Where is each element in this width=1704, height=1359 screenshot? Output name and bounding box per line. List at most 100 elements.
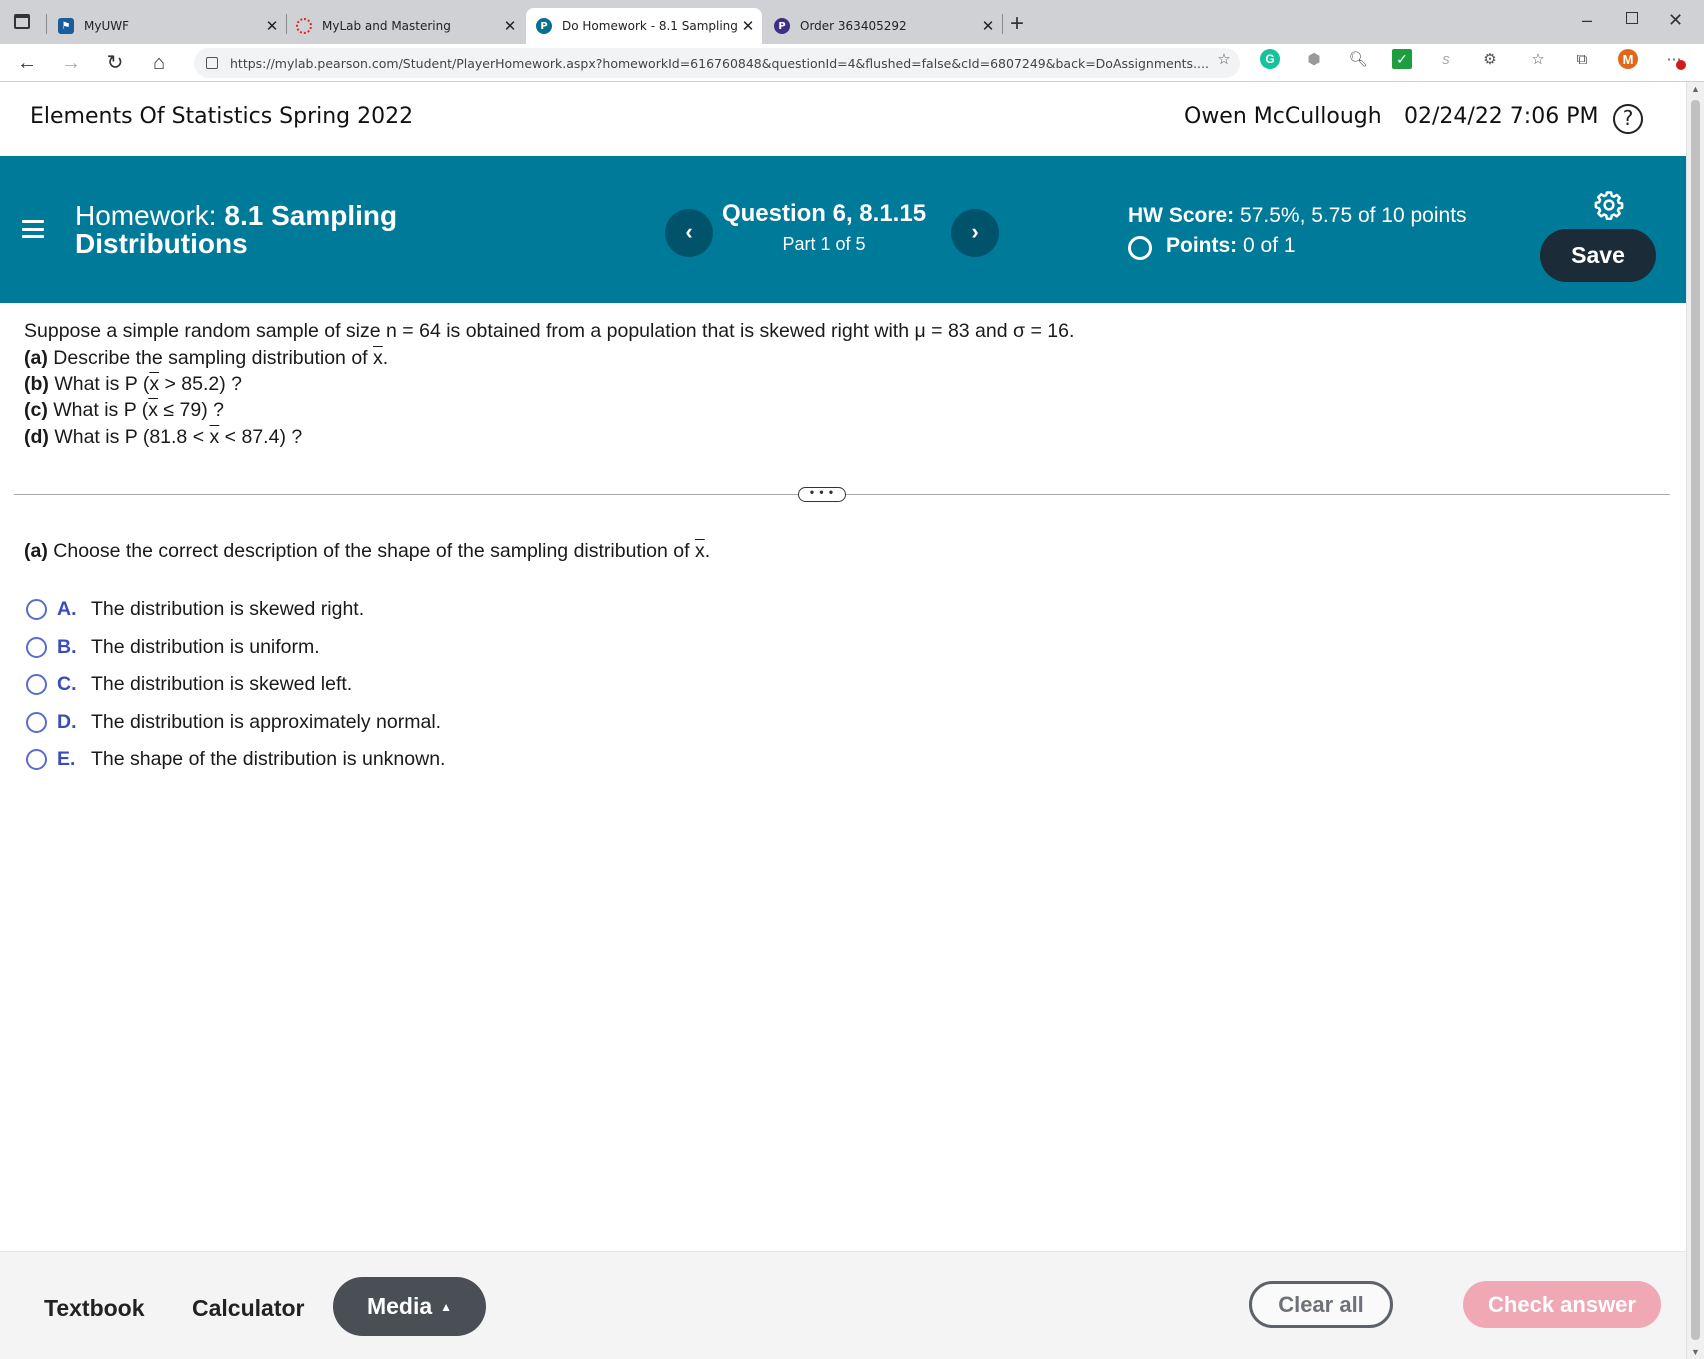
search-extension-icon[interactable]: 🔍︎ xyxy=(1348,49,1368,69)
part-expression: (81.8 < xyxy=(142,426,210,448)
radio-button[interactable] xyxy=(26,598,47,620)
grammarly-icon[interactable]: G xyxy=(1260,49,1280,69)
caret-up-icon: ▲ xyxy=(440,1299,453,1314)
option-a[interactable]: A. The distribution is skewed right. xyxy=(26,597,364,621)
points: Points: 0 of 1 xyxy=(1166,234,1296,258)
page-scrollbar[interactable]: ▲ ▼ xyxy=(1686,82,1704,1359)
question-intro: Suppose a simple random sample of size n… xyxy=(24,320,1074,343)
tab-title: Order 363405292 xyxy=(800,19,907,33)
reload-icon[interactable]: ↻ xyxy=(102,50,128,76)
mylab-favicon-icon xyxy=(296,18,312,34)
radio-button[interactable] xyxy=(26,636,47,658)
scroll-up-icon[interactable]: ▲ xyxy=(1691,84,1700,94)
option-text: The distribution is skewed right. xyxy=(91,597,365,620)
tab-separator xyxy=(46,14,47,34)
part-expression: > 85.2 xyxy=(159,373,220,395)
s-extension-icon[interactable]: s xyxy=(1436,49,1456,69)
shield-icon[interactable]: ⬢ xyxy=(1304,49,1324,69)
question-title: Question 6, 8.1.15 xyxy=(721,200,927,227)
puzzle-extensions-icon[interactable]: ⚙ xyxy=(1480,49,1500,69)
save-button[interactable]: Save xyxy=(1540,229,1656,282)
part-label: (c) xyxy=(24,399,48,421)
tab-close-icon[interactable]: ✕ xyxy=(502,17,518,35)
x-bar: x xyxy=(148,399,159,421)
tab-order[interactable]: P Order 363405292 ✕ xyxy=(774,8,996,44)
radio-button[interactable] xyxy=(26,673,47,695)
question-part-a: (a) Describe the sampling distribution o… xyxy=(24,347,388,370)
option-text: The distribution is skewed left. xyxy=(91,672,353,695)
homework-name: 8.1 Sampling xyxy=(224,200,398,231)
calculator-button[interactable]: Calculator xyxy=(192,1295,304,1322)
intro-text: is obtained from a population that is sk… xyxy=(440,320,915,342)
mean-value: μ = 83 xyxy=(914,320,970,342)
maximize-icon[interactable] xyxy=(1626,12,1638,24)
check-answer-button[interactable]: Check answer xyxy=(1463,1281,1661,1328)
part-expression: ≤ 79 xyxy=(158,399,202,421)
x-bar: x xyxy=(694,540,705,562)
tab-title: Do Homework - 8.1 Sampling Di xyxy=(562,19,740,33)
textbook-button[interactable]: Textbook xyxy=(44,1295,145,1322)
minimize-icon[interactable]: – xyxy=(1582,10,1592,31)
option-letter: A. xyxy=(57,597,77,620)
window-close-icon[interactable]: ✕ xyxy=(1668,10,1683,31)
url-text: https://mylab.pearson.com/Student/Player… xyxy=(230,55,1209,71)
read-aloud-icon[interactable]: ☆ xyxy=(1214,49,1234,69)
tab-close-icon[interactable]: ✕ xyxy=(264,17,280,35)
tab-separator xyxy=(1002,14,1003,34)
tab-mylab[interactable]: MyLab and Mastering ✕ xyxy=(296,8,518,44)
tab-myuwf[interactable]: ⚑ MyUWF ✕ xyxy=(58,8,280,44)
part-text: ? xyxy=(225,373,243,395)
x-bar: x xyxy=(149,373,160,395)
forward-icon[interactable]: → xyxy=(58,50,84,76)
intro-text: Suppose a simple random sample of size xyxy=(24,320,387,342)
x-bar: x xyxy=(373,347,383,369)
tab-title: MyUWF xyxy=(84,19,130,33)
sd-value: σ = 16 xyxy=(1013,320,1069,342)
checkmark-extension-icon[interactable]: ✓ xyxy=(1392,49,1412,69)
expand-more-button[interactable]: • • • xyxy=(798,486,846,502)
tab-do-homework[interactable]: P Do Homework - 8.1 Sampling Di ✕ xyxy=(526,8,762,44)
homework-title-line2: Distributions xyxy=(75,228,248,259)
home-icon[interactable]: ⌂ xyxy=(146,50,172,76)
hamburger-menu-icon[interactable] xyxy=(22,220,44,238)
tab-actions-icon[interactable] xyxy=(14,14,30,29)
previous-question-button[interactable]: ‹ xyxy=(665,209,713,257)
url-field[interactable]: https://mylab.pearson.com/Student/Player… xyxy=(194,48,1240,78)
points-label: Points: xyxy=(1166,234,1238,257)
clear-all-button[interactable]: Clear all xyxy=(1249,1281,1393,1328)
profile-avatar-icon[interactable]: M xyxy=(1618,49,1638,69)
media-label: Media xyxy=(366,1293,433,1319)
option-d[interactable]: D. The distribution is approximately nor… xyxy=(26,710,441,734)
prompt-label: (a) xyxy=(24,540,48,562)
bottom-toolbar: Textbook Calculator Media ▲ Clear all Ch… xyxy=(0,1251,1686,1359)
prompt-text: Choose the correct description of the sh… xyxy=(47,540,695,562)
homework-header-band: Homework: 8.1 Sampling Distributions ‹ Q… xyxy=(0,156,1686,303)
new-tab-button[interactable]: + xyxy=(1010,10,1024,38)
option-letter: D. xyxy=(57,710,77,733)
radio-button[interactable] xyxy=(26,748,47,770)
collections-icon[interactable]: ⧉ xyxy=(1572,49,1592,69)
myuwf-favicon-icon: ⚑ xyxy=(58,18,74,34)
next-question-button[interactable]: › xyxy=(951,209,999,257)
back-icon[interactable]: ← xyxy=(14,50,40,76)
tab-close-icon[interactable]: ✕ xyxy=(980,17,996,35)
sample-size: n = 64 xyxy=(386,320,441,342)
x-bar: x xyxy=(209,426,220,448)
question-part-d: (d) What is P (81.8 < x < 87.4) ? xyxy=(24,426,302,449)
hw-score-value: 57.5%, 5.75 of 10 points xyxy=(1240,204,1467,227)
option-c[interactable]: C. The distribution is skewed left. xyxy=(26,672,352,696)
option-b[interactable]: B. The distribution is uniform. xyxy=(26,635,320,659)
part-text: What is P xyxy=(47,399,142,421)
tab-close-icon[interactable]: ✕ xyxy=(740,17,756,35)
course-title: Elements Of Statistics Spring 2022 xyxy=(30,104,414,129)
homework-prefix: Homework: xyxy=(75,200,217,231)
favorites-icon[interactable]: ☆ xyxy=(1528,49,1548,69)
help-icon[interactable]: ? xyxy=(1613,104,1643,134)
option-e[interactable]: E. The shape of the distribution is unkn… xyxy=(26,747,445,771)
radio-button[interactable] xyxy=(26,711,47,733)
scroll-down-icon[interactable]: ▼ xyxy=(1691,1347,1700,1357)
option-text: The distribution is uniform. xyxy=(91,635,320,658)
settings-gear-icon[interactable] xyxy=(1594,190,1624,220)
media-button[interactable]: Media ▲ xyxy=(333,1277,486,1336)
scroll-thumb[interactable] xyxy=(1691,100,1700,1340)
